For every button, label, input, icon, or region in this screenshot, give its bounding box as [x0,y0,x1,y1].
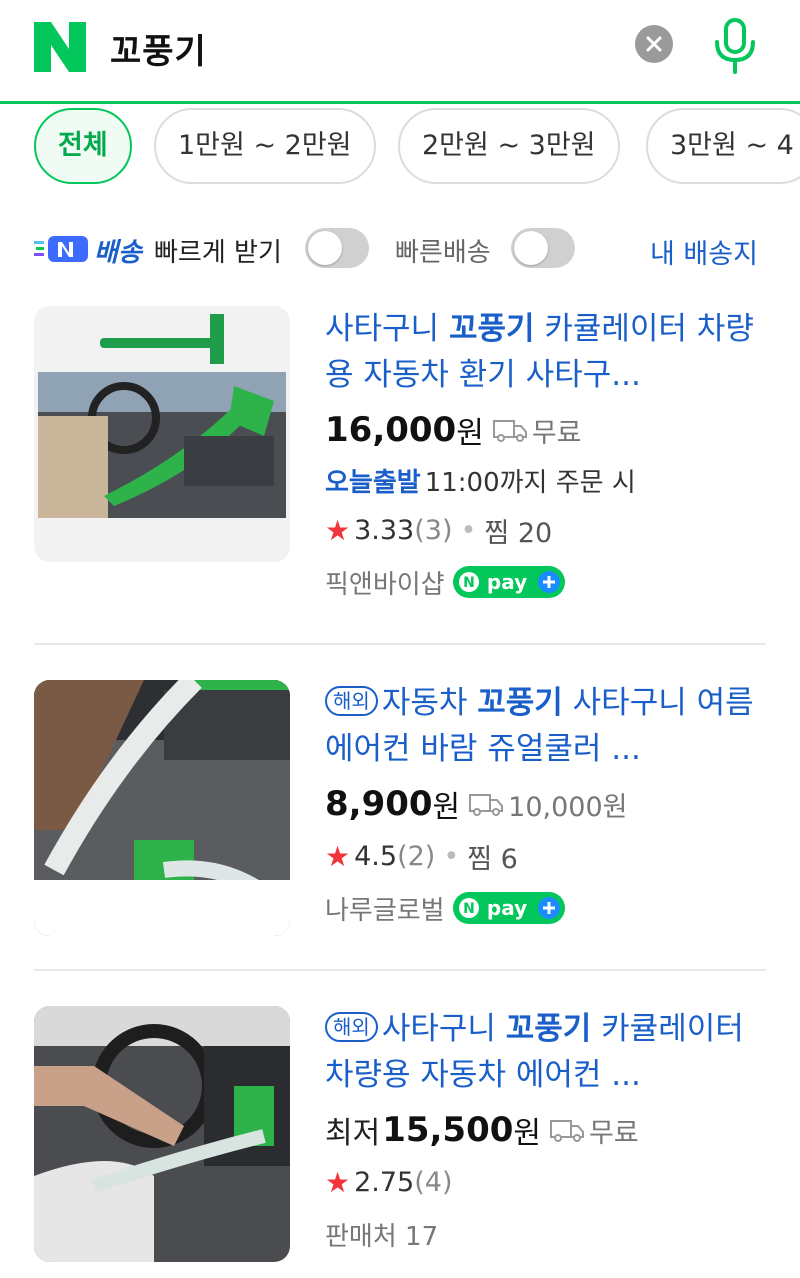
delivery-badge-label: 배송 [94,238,142,268]
divider [34,969,766,971]
shipping-fee: 10,000원 [508,791,628,823]
product-info: 사타구니 꼬풍기 카큘레이터 차량용 자동차 환기 사타구... 16,000 원… [325,306,765,608]
price-row: 최저 15,500 원 무료 [325,1110,639,1151]
seller-count[interactable]: 판매처 17 [325,1216,438,1253]
overseas-badge: 해외 [325,686,378,716]
naver-delivery-icon [34,236,88,262]
product-price: 8,900 [325,784,433,824]
search-bar: 꼬풍기 [0,0,800,104]
rating-row: ★ 4.5 (2) • 찜 6 [325,830,765,882]
product-info: 해외 자동차 꼬풍기 사타구니 여름 에어컨 바람 쥬얼쿨러 ... 8,900 원… [325,680,765,934]
my-address-link[interactable]: 내 배송지 [650,232,758,271]
rating-row: ★ 2.75 (4) [325,1165,453,1199]
close-icon [646,36,662,52]
price-row: 8,900 원 10,000원 [325,784,628,825]
product-title[interactable]: 해외 사타구니 꼬풍기 카큘레이터 차량용 자동차 에어컨 ... [325,1006,765,1098]
product-info: 해외 사타구니 꼬풍기 카큘레이터 차량용 자동차 에어컨 ... 최저 15,5… [325,1006,765,1260]
npay-plus-icon: N pay [452,566,565,598]
rating-row: ★ 3.33 (3) • 찜 20 [325,504,765,556]
fast-delivery-toggle[interactable] [511,228,575,268]
search-input[interactable]: 꼬풍기 [110,24,207,73]
clear-search-button[interactable] [635,25,673,63]
product-title[interactable]: 해외 자동차 꼬풍기 사타구니 여름 에어컨 바람 쥬얼쿨러 ... [325,680,765,772]
today-shipping-row: 오늘출발 11:00까지 주문 시 [325,467,636,498]
npay-plus-icon: N pay [452,892,565,924]
seller-name[interactable]: 나루글로벌 [325,890,445,927]
lowest-price-label: 최저 [325,1116,381,1151]
seller-row: 픽앤바이샵 N pay [325,556,765,608]
price-row: 16,000 원 무료 [325,410,582,451]
truck-icon [492,420,527,442]
product-image[interactable] [34,306,290,562]
delivery-filter-row: 배송 빠르게 받기 빠른배송 내 배송지 [0,220,800,280]
wishlist-count: 찜 6 [467,843,518,875]
seller-row: 나루글로벌 N pay [325,882,765,934]
product-price: 16,000 [325,410,457,450]
svg-text:N: N [463,575,475,591]
naver-logo[interactable] [34,22,86,72]
seller-row: 판매처 17 [325,1208,765,1260]
fast-receive-toggle[interactable] [305,228,369,268]
product-title[interactable]: 사타구니 꼬풍기 카큘레이터 차량용 자동차 환기 사타구... [325,306,765,398]
star-icon: ★ [325,1165,351,1199]
star-icon: ★ [325,513,351,547]
truck-icon [550,1120,585,1142]
svg-text:pay: pay [486,896,526,920]
product-image[interactable] [34,1006,290,1262]
svg-text:N: N [463,901,475,917]
svg-text:pay: pay [486,570,526,594]
price-filter-chips: 전체 1만원 ~ 2만원 2만원 ~ 3만원 3만원 ~ 4 [0,108,800,188]
chip-all[interactable]: 전체 [34,108,132,184]
wishlist-count: 찜 20 [484,517,553,549]
chip-10k-20k[interactable]: 1만원 ~ 2만원 [154,108,376,184]
divider [34,643,766,645]
overseas-badge: 해외 [325,1012,378,1042]
microphone-icon[interactable] [712,18,758,74]
fast-delivery-label: 빠른배송 [395,238,491,268]
star-icon: ★ [325,839,351,873]
fast-receive-label: 빠르게 받기 [154,238,282,268]
truck-icon [469,794,504,816]
chip-20k-30k[interactable]: 2만원 ~ 3만원 [398,108,620,184]
chip-30k-40k[interactable]: 3만원 ~ 4 [646,108,800,184]
shipping-fee: 무료 [589,1117,639,1149]
shipping-fee: 무료 [531,417,582,449]
seller-name[interactable]: 픽앤바이샵 [325,564,445,601]
product-image[interactable] [34,680,290,936]
product-price: 15,500 [382,1110,514,1150]
